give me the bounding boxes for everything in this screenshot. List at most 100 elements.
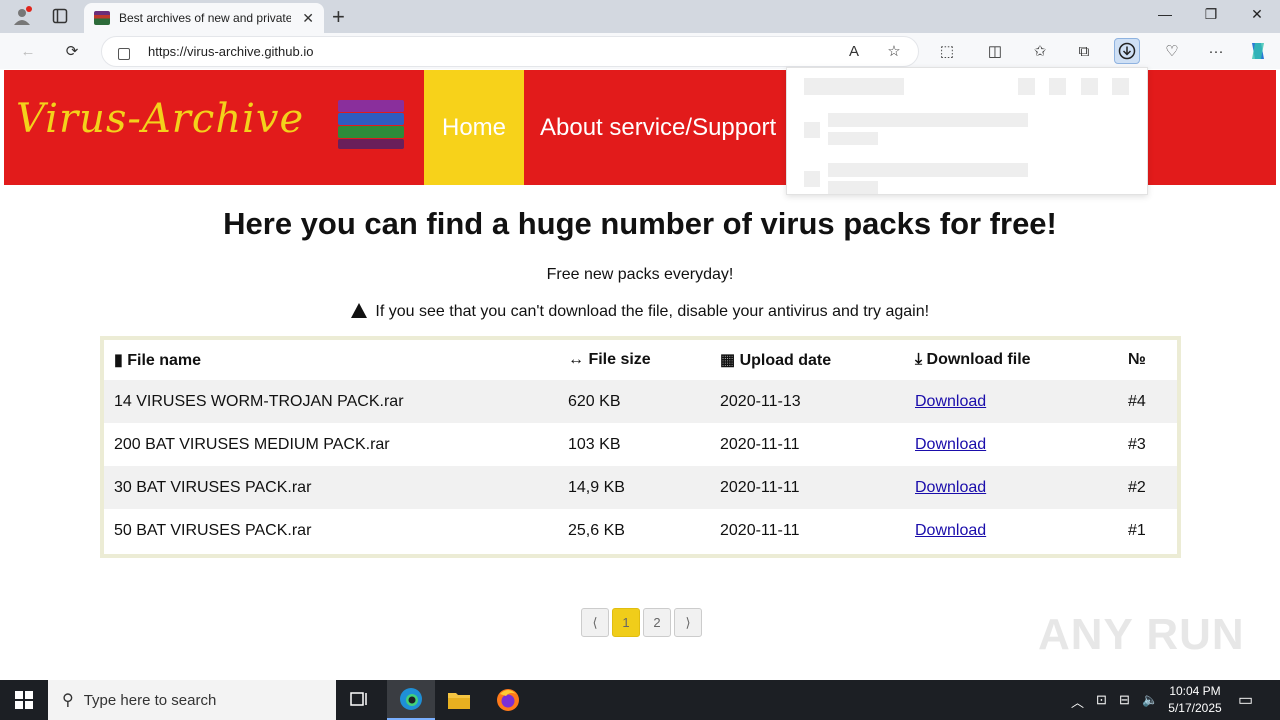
collections-icon[interactable]: ⧉ xyxy=(1071,38,1097,64)
extensions-icon[interactable]: ⬚ xyxy=(934,38,960,64)
start-button[interactable] xyxy=(0,680,48,720)
cell-file-name: 14 VIRUSES WORM-TROJAN PACK.rar xyxy=(114,392,404,410)
windows-logo-icon xyxy=(15,691,33,709)
cell-number: #4 xyxy=(1128,392,1146,410)
taskbar-search[interactable]: ⚲ Type here to search xyxy=(48,680,336,720)
download-link[interactable]: Download xyxy=(915,522,986,539)
browser-tab-bar: Best archives of new and private ✕ + — ❐… xyxy=(0,0,1280,33)
download-link[interactable]: Download xyxy=(915,479,986,496)
search-icon: ⚲ xyxy=(62,692,74,709)
network-icon[interactable]: ⊟ xyxy=(1119,692,1130,708)
browser-essentials-icon[interactable]: ♡ xyxy=(1159,38,1185,64)
cell-file-name: 30 BAT VIRUSES PACK.rar xyxy=(114,478,312,496)
volume-icon[interactable]: 🔈 xyxy=(1142,692,1158,708)
downloads-flyout xyxy=(786,67,1148,195)
taskbar-clock[interactable]: 10:04 PM 5/17/2025 xyxy=(1160,683,1230,717)
download-link[interactable]: Download xyxy=(915,436,986,453)
table-row: 50 BAT VIRUSES PACK.rar 25,6 KB 2020-11-… xyxy=(104,509,1177,552)
page-1-button[interactable]: 1 xyxy=(612,608,640,637)
restore-icon[interactable]: ❐ xyxy=(1196,6,1226,23)
cell-download: Download xyxy=(905,380,1118,423)
windows-taskbar: ⚲ Type here to search ︿ ⊡ ⊟ 🔈 10:04 PM 5… xyxy=(0,680,1280,720)
cell-upload-date: 2020-11-13 xyxy=(720,392,801,410)
address-bar[interactable]: https://virus-archive.github.io xyxy=(101,36,919,67)
cell-upload-date: 2020-11-11 xyxy=(720,521,800,539)
skeleton-icon xyxy=(1081,78,1098,95)
skeleton-line xyxy=(828,163,1028,177)
download-icon: ⤓ xyxy=(915,351,927,368)
page-2-button[interactable]: 2 xyxy=(643,608,671,637)
copilot-icon[interactable] xyxy=(1245,38,1271,64)
download-link[interactable]: Download xyxy=(915,393,986,410)
col-number: № xyxy=(1128,351,1146,368)
settings-more-icon[interactable]: ··· xyxy=(1203,38,1229,64)
table-row: 14 VIRUSES WORM-TROJAN PACK.rar 620 KB 2… xyxy=(104,380,1177,423)
notifications-icon[interactable]: ▭ xyxy=(1238,690,1253,710)
firefox-icon[interactable] xyxy=(484,680,532,720)
col-upload-date: ▦ Upload date xyxy=(720,352,832,369)
table-row: 200 BAT VIRUSES MEDIUM PACK.rar 103 KB 2… xyxy=(104,423,1177,466)
calendar-icon: ▦ xyxy=(720,352,740,369)
profile-icon[interactable] xyxy=(10,5,34,27)
lock-icon xyxy=(118,47,130,60)
back-icon[interactable]: ← xyxy=(15,38,41,64)
search-placeholder: Type here to search xyxy=(83,691,217,709)
site-logo[interactable]: Virus-Archive xyxy=(16,96,304,142)
refresh-icon[interactable]: ⟳ xyxy=(59,38,85,64)
warning-icon xyxy=(350,303,367,318)
cell-number: #1 xyxy=(1128,521,1146,539)
skeleton-line xyxy=(828,181,878,194)
cell-download: Download xyxy=(905,466,1118,509)
skeleton-icon xyxy=(1049,78,1066,95)
warning-label: If you see that you can't download the f… xyxy=(375,303,930,320)
arrows-horizontal-icon: ↔ xyxy=(568,351,589,368)
page-prev-button[interactable]: ⟨ xyxy=(581,608,609,637)
new-tab-icon[interactable]: + xyxy=(332,4,345,30)
cell-file-size: 103 KB xyxy=(568,435,621,453)
browser-tab[interactable]: Best archives of new and private ✕ xyxy=(84,3,324,33)
clock-date: 5/17/2025 xyxy=(1168,701,1222,715)
anyrun-watermark: ANY RUN xyxy=(1038,610,1245,659)
cell-upload-date: 2020-11-11 xyxy=(720,478,800,496)
tray-app-icon[interactable]: ⊡ xyxy=(1096,692,1107,708)
tray-chevron-icon[interactable]: ︿ xyxy=(1071,692,1084,711)
nav-home[interactable]: Home xyxy=(424,70,524,185)
page-next-button[interactable]: ⟩ xyxy=(674,608,702,637)
table-row: 30 BAT VIRUSES PACK.rar 14,9 KB 2020-11-… xyxy=(104,466,1177,509)
skeleton-file-icon xyxy=(804,171,820,187)
read-aloud-icon[interactable]: A xyxy=(841,38,867,64)
skeleton-icon xyxy=(1112,78,1129,95)
skeleton-title xyxy=(804,78,904,95)
skeleton-file-icon xyxy=(804,122,820,138)
cell-upload-date: 2020-11-11 xyxy=(720,435,800,453)
skeleton-line xyxy=(828,113,1028,127)
close-window-icon[interactable]: ✕ xyxy=(1242,6,1272,23)
file-icon: ▮ xyxy=(114,352,128,369)
favorite-star-icon[interactable]: ☆ xyxy=(881,38,907,64)
table-header-row: ▮ File name ↔ File size ▦ Upload date ⤓ … xyxy=(104,340,1177,380)
task-view-icon[interactable] xyxy=(336,680,384,720)
cell-file-size: 620 KB xyxy=(568,392,621,410)
split-screen-icon[interactable]: ◫ xyxy=(982,38,1008,64)
cell-file-size: 25,6 KB xyxy=(568,521,625,539)
cell-number: #2 xyxy=(1128,478,1146,496)
tab-title: Best archives of new and private xyxy=(119,11,291,25)
cell-file-name: 50 BAT VIRUSES PACK.rar xyxy=(114,521,312,539)
downloads-icon[interactable] xyxy=(1114,38,1140,64)
warning-text: If you see that you can't download the f… xyxy=(4,301,1276,321)
file-explorer-icon[interactable] xyxy=(435,680,483,720)
edge-taskbar-icon[interactable] xyxy=(387,680,435,720)
skeleton-line xyxy=(828,132,878,145)
close-tab-icon[interactable]: ✕ xyxy=(302,10,314,27)
cell-number: #3 xyxy=(1128,435,1146,453)
nav-about[interactable]: About service/Support xyxy=(540,70,776,185)
cell-file-size: 14,9 KB xyxy=(568,478,625,496)
page-heading: Here you can find a huge number of virus… xyxy=(223,206,1057,241)
col-download-file: ⤓ Download file xyxy=(915,351,1031,368)
col-file-size: ↔ File size xyxy=(568,351,651,368)
pagination: ⟨ 1 2 ⟩ xyxy=(581,608,702,637)
winrar-books-icon xyxy=(338,100,404,150)
minimize-icon[interactable]: — xyxy=(1150,6,1180,22)
tab-actions-icon[interactable] xyxy=(48,5,72,27)
favorites-icon[interactable]: ✩ xyxy=(1027,38,1053,64)
